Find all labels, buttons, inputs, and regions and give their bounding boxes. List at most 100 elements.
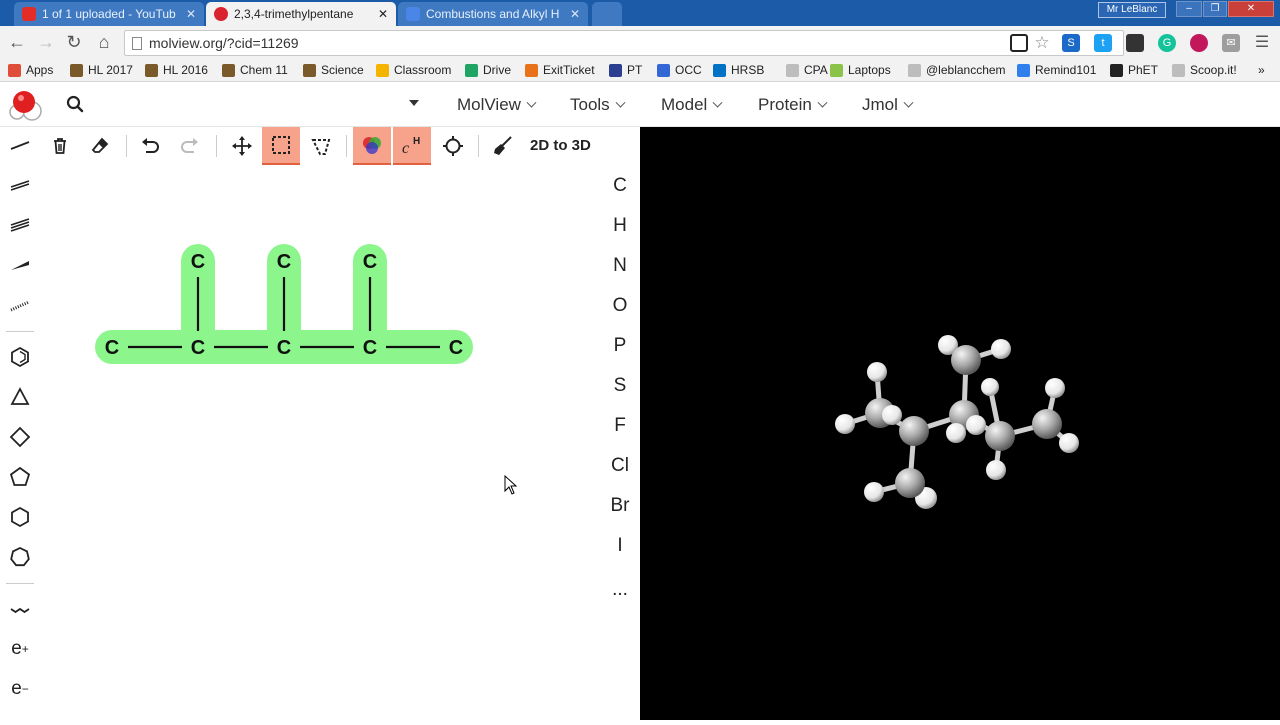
close-icon[interactable]: ✕: [570, 7, 580, 21]
chain-tool[interactable]: [6, 595, 34, 623]
bookmarks-overflow-button[interactable]: »: [1258, 63, 1265, 77]
move-button[interactable]: [223, 127, 261, 165]
element-button-cl[interactable]: Cl: [604, 455, 636, 477]
close-icon[interactable]: ✕: [378, 7, 388, 21]
reload-button[interactable]: ↻: [63, 32, 85, 53]
bookmark-exitticket[interactable]: ExitTicket: [525, 63, 595, 77]
bookmark-chem-11[interactable]: Chem 11: [222, 63, 288, 77]
cycloheptane-tool[interactable]: [6, 543, 34, 571]
extension-s-icon[interactable]: S: [1062, 34, 1080, 52]
menu-tools[interactable]: Tools: [570, 95, 626, 115]
element-button-f[interactable]: F: [604, 415, 636, 437]
cyclohexane-tool[interactable]: [6, 503, 34, 531]
more-elements-button[interactable]: ...: [604, 579, 636, 601]
redo-button[interactable]: [171, 127, 209, 165]
bookmark-hl-2017[interactable]: HL 2017: [70, 63, 133, 77]
minimize-button[interactable]: –: [1176, 1, 1202, 17]
bookmark-scoop-it[interactable]: Scoop.it!: [1172, 63, 1237, 77]
atom-label[interactable]: C: [191, 337, 205, 359]
tab-docs[interactable]: Combustions and Alkyl H ✕: [398, 2, 588, 26]
tab-youtube[interactable]: 1 of 1 uploaded - YouTub ✕: [14, 2, 204, 26]
undo-button[interactable]: [131, 127, 169, 165]
twitter-icon[interactable]: t: [1094, 34, 1112, 52]
wedge-bond-tool[interactable]: [6, 251, 34, 279]
bookmark-hrsb[interactable]: HRSB: [713, 63, 764, 77]
search-dropdown-icon[interactable]: [409, 100, 419, 106]
center-button[interactable]: [434, 127, 472, 165]
element-button-br[interactable]: Br: [604, 495, 636, 517]
triple-bond-tool[interactable]: [6, 211, 34, 239]
bookmark-leblancchem[interactable]: @leblancchem: [908, 63, 1006, 77]
jmol-3d-viewer[interactable]: [640, 127, 1280, 720]
negative-charge-tool[interactable]: e −: [6, 675, 34, 703]
bookmark-cpa[interactable]: CPA: [786, 63, 828, 77]
positive-charge-tool[interactable]: e +: [6, 635, 34, 663]
user-profile-button[interactable]: Mr LeBlanc: [1098, 2, 1166, 18]
cyclopropane-tool[interactable]: [6, 383, 34, 411]
cyclobutane-tool[interactable]: [6, 423, 34, 451]
bookmark-science[interactable]: Science: [303, 63, 364, 77]
bookmark-apps[interactable]: Apps: [8, 63, 53, 77]
window-close-button[interactable]: ✕: [1228, 1, 1274, 17]
star-icon[interactable]: ☆: [1033, 34, 1051, 52]
hash-bond-tool[interactable]: [6, 291, 34, 319]
element-button-i[interactable]: I: [604, 535, 636, 557]
atom-label[interactable]: C: [105, 337, 119, 359]
new-tab-button[interactable]: [592, 2, 622, 26]
bookmark-phet[interactable]: PhET: [1110, 63, 1158, 77]
element-button-n[interactable]: N: [604, 255, 636, 277]
convert-2d-to-3d-button[interactable]: 2D to 3D: [530, 137, 591, 154]
atom-label[interactable]: C: [449, 337, 463, 359]
atom-label[interactable]: C: [191, 251, 205, 273]
search-icon[interactable]: [66, 95, 84, 113]
atom-label[interactable]: C: [277, 337, 291, 359]
grammarly-icon[interactable]: G: [1158, 34, 1176, 52]
tab-molview[interactable]: 2,3,4-trimethylpentane ✕: [206, 2, 396, 26]
bookmark-drive[interactable]: Drive: [465, 63, 511, 77]
color-mode-button[interactable]: [353, 127, 391, 165]
bookmark-classroom[interactable]: Classroom: [376, 63, 451, 77]
bookmark-pt[interactable]: PT: [609, 63, 642, 77]
clean-structure-button[interactable]: [484, 127, 522, 165]
element-button-s[interactable]: S: [604, 375, 636, 397]
hydrogen-toggle-button[interactable]: cH: [393, 127, 431, 165]
atom-label[interactable]: C: [363, 251, 377, 273]
menu-molview[interactable]: MolView: [457, 95, 537, 115]
atom-label[interactable]: C: [277, 251, 291, 273]
close-icon[interactable]: ✕: [186, 7, 196, 21]
element-button-p[interactable]: P: [604, 335, 636, 357]
benzene-tool[interactable]: [6, 343, 34, 371]
single-bond-tool[interactable]: [6, 131, 34, 159]
back-button[interactable]: ←: [6, 32, 28, 53]
double-bond-tool[interactable]: [6, 171, 34, 199]
trash-button[interactable]: [41, 127, 79, 165]
puzzle-icon[interactable]: [1126, 34, 1144, 52]
qr-code-icon[interactable]: [1010, 34, 1028, 52]
cyclopentane-tool[interactable]: [6, 463, 34, 491]
search-input[interactable]: [96, 93, 396, 117]
home-button[interactable]: ⌂: [93, 32, 115, 53]
gear-extension-icon[interactable]: [1190, 34, 1208, 52]
eraser-button[interactable]: [81, 127, 119, 165]
forward-button[interactable]: →: [35, 32, 57, 53]
bookmark-laptops[interactable]: Laptops: [830, 63, 891, 77]
element-button-o[interactable]: O: [604, 295, 636, 317]
bookmark-remind101[interactable]: Remind101: [1017, 63, 1096, 77]
element-button-h[interactable]: H: [604, 215, 636, 237]
rectangle-select-button[interactable]: [262, 127, 300, 165]
double-bond-icon: [10, 180, 30, 191]
menu-jmol[interactable]: Jmol: [862, 95, 914, 115]
atom-label[interactable]: C: [363, 337, 377, 359]
menu-model[interactable]: Model: [661, 95, 723, 115]
menu-icon[interactable]: ☰: [1253, 34, 1271, 52]
bookmark-hl-2016[interactable]: HL 2016: [145, 63, 208, 77]
maximize-button[interactable]: ❐: [1203, 1, 1227, 17]
address-bar[interactable]: molview.org/?cid=11269: [124, 30, 1124, 56]
structure-drawing[interactable]: C C C C C C C C: [80, 227, 500, 387]
bookmark-occ[interactable]: OCC: [657, 63, 702, 77]
lasso-select-button[interactable]: [302, 127, 340, 165]
menu-protein[interactable]: Protein: [758, 95, 828, 115]
molview-logo-icon[interactable]: [8, 89, 42, 121]
element-button-c[interactable]: C: [604, 175, 636, 197]
mail-icon[interactable]: ✉: [1222, 34, 1240, 52]
